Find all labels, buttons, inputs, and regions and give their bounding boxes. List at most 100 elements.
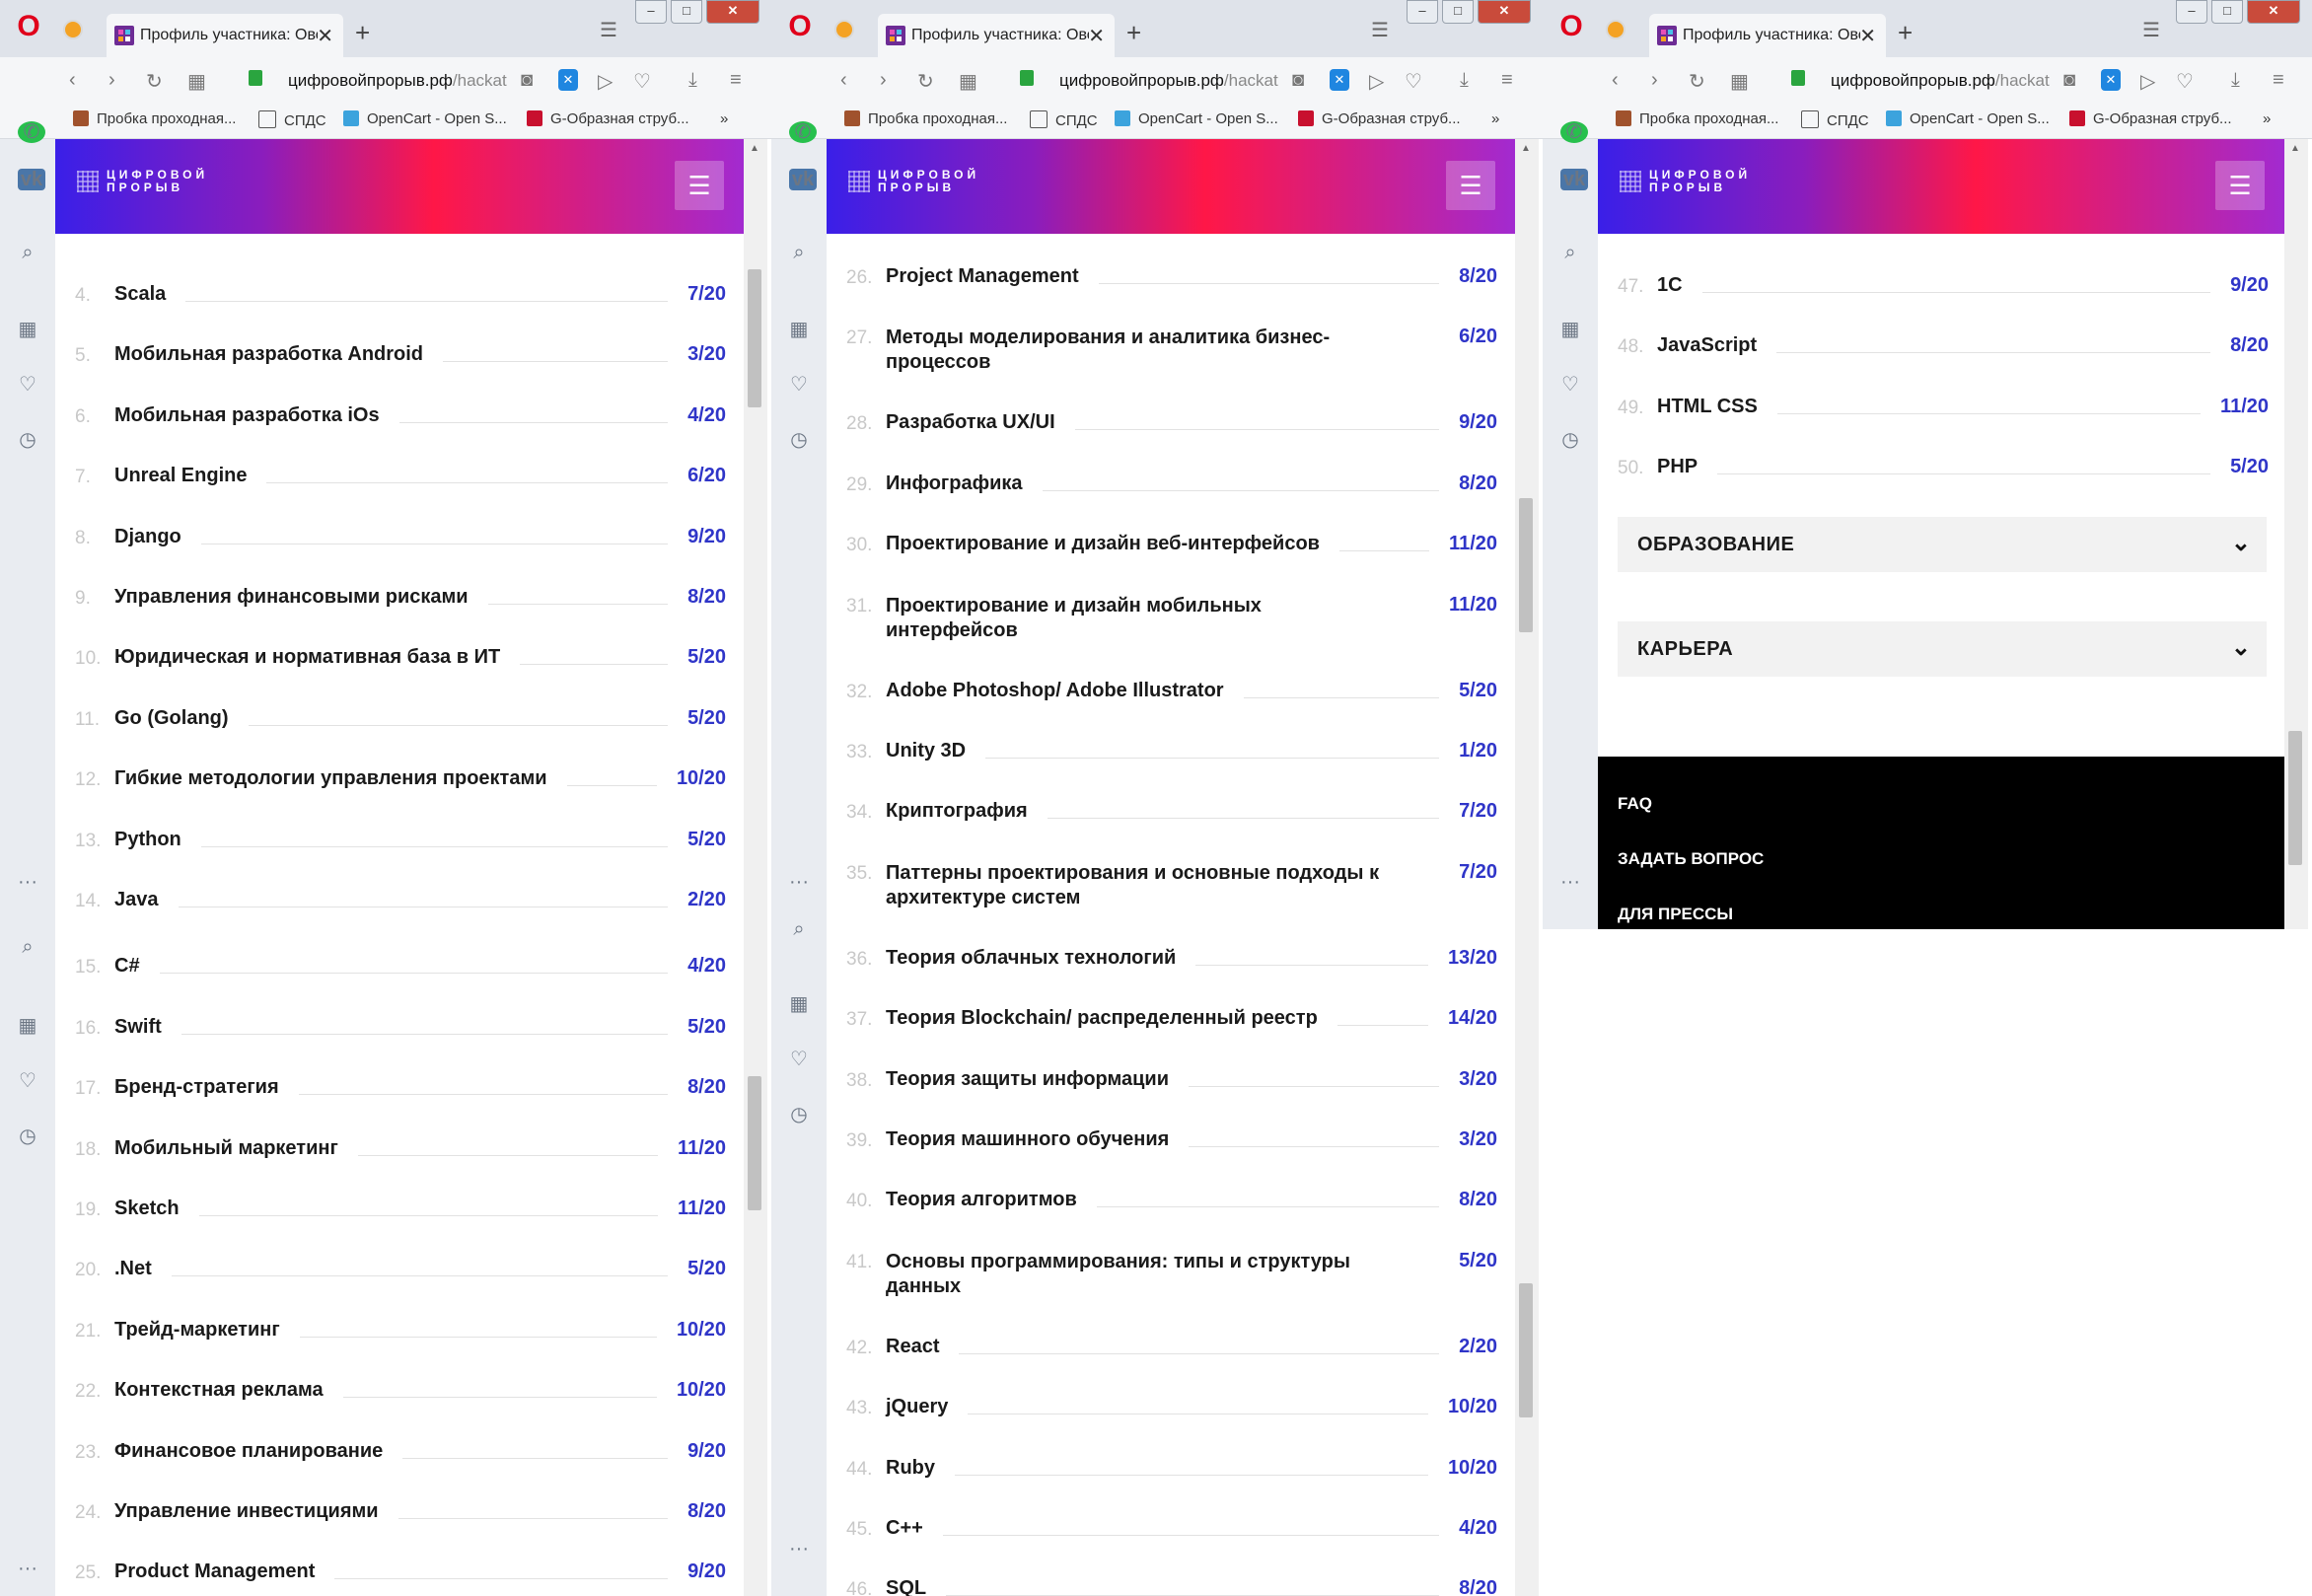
camera-icon[interactable]: ◙ bbox=[1292, 69, 1304, 92]
bookmarks-heart-icon[interactable]: ♡ bbox=[1556, 372, 1584, 397]
speed-dial-grid-icon[interactable]: ▦ bbox=[14, 317, 41, 341]
chevron-down-icon[interactable]: ⌄ bbox=[2231, 529, 2251, 557]
more-icon[interactable]: ··· bbox=[14, 871, 41, 894]
bookmark-folder[interactable]: СПДС bbox=[1030, 110, 1098, 129]
url-field[interactable]: цифровойпрорыв.рф/hackat bbox=[288, 71, 507, 91]
search-icon[interactable]: ⌕ bbox=[14, 242, 41, 264]
maximize-button[interactable]: □ bbox=[2211, 0, 2243, 24]
browser-tab[interactable]: Профиль участника: Овся ✕ bbox=[107, 14, 343, 57]
bookmarks-more-icon[interactable]: » bbox=[1491, 110, 1499, 127]
more-icon[interactable]: ··· bbox=[785, 1538, 813, 1560]
site-logo[interactable]: ЦИФРОВОЙ ПРОРЫВ bbox=[878, 169, 979, 194]
settings-icon[interactable]: ≡ bbox=[2273, 69, 2284, 92]
site-logo[interactable]: ЦИФРОВОЙ ПРОРЫВ bbox=[1649, 169, 1751, 194]
maximize-button[interactable]: □ bbox=[671, 0, 702, 24]
history-clock-icon[interactable]: ◷ bbox=[14, 427, 41, 452]
browser-tab[interactable]: Профиль участника: Овся ✕ bbox=[1649, 14, 1886, 57]
forward-icon[interactable]: › bbox=[108, 69, 115, 92]
heart-icon[interactable]: ♡ bbox=[633, 69, 651, 94]
close-window-button[interactable]: ✕ bbox=[1478, 0, 1531, 24]
bookmark-folder[interactable]: СПДС bbox=[258, 110, 326, 129]
whatsapp-icon[interactable]: ✆ bbox=[18, 121, 45, 143]
bookmark-item[interactable]: OpenCart - Open S... bbox=[343, 110, 507, 127]
forward-icon[interactable]: › bbox=[1651, 69, 1658, 92]
scrollbar[interactable]: ▲ bbox=[2284, 139, 2308, 929]
heart-icon[interactable]: ♡ bbox=[1405, 69, 1422, 94]
bookmarks-heart-icon[interactable]: ♡ bbox=[14, 372, 41, 397]
bookmark-item[interactable]: G-Образная струб... bbox=[1298, 110, 1461, 127]
bookmarks-more-icon[interactable]: » bbox=[720, 110, 728, 127]
download-icon[interactable]: ⤓ bbox=[2231, 69, 2240, 92]
scrollbar-thumb[interactable] bbox=[748, 269, 761, 407]
footer-link-ask-question[interactable]: ЗАДАТЬ ВОПРОС bbox=[1618, 849, 1764, 869]
tab-menu-icon[interactable]: ☰ bbox=[600, 18, 617, 42]
search-icon[interactable]: ⌕ bbox=[785, 918, 813, 941]
chevron-down-icon[interactable]: ⌄ bbox=[2231, 633, 2251, 662]
search-icon[interactable]: ⌕ bbox=[785, 242, 813, 264]
hamburger-menu-button[interactable]: ☰ bbox=[675, 161, 724, 210]
more-icon[interactable]: ··· bbox=[1556, 871, 1584, 894]
speed-dial-grid-icon[interactable]: ▦ bbox=[785, 317, 813, 341]
bookmark-item[interactable]: Пробка проходная... bbox=[844, 110, 1007, 127]
vk-icon[interactable]: vk bbox=[1560, 169, 1588, 190]
forward-icon[interactable]: › bbox=[880, 69, 887, 92]
speed-dial-grid-icon[interactable]: ▦ bbox=[1556, 317, 1584, 341]
whatsapp-icon[interactable]: ✆ bbox=[789, 121, 817, 143]
footer-link-faq[interactable]: FAQ bbox=[1618, 794, 1652, 814]
bookmark-item[interactable]: OpenCart - Open S... bbox=[1115, 110, 1278, 127]
new-tab-button[interactable]: + bbox=[1126, 18, 1141, 48]
speed-dial-grid-icon[interactable]: ▦ bbox=[785, 991, 813, 1016]
bookmark-folder[interactable]: СПДС bbox=[1801, 110, 1869, 129]
whatsapp-icon[interactable]: ✆ bbox=[1560, 121, 1588, 143]
bookmark-item[interactable]: Пробка проходная... bbox=[73, 110, 236, 127]
url-field[interactable]: цифровойпрорыв.рф/hackat bbox=[1059, 71, 1278, 91]
send-icon[interactable]: ▷ bbox=[2140, 69, 2155, 94]
new-tab-button[interactable]: + bbox=[1898, 18, 1913, 48]
reload-icon[interactable]: ↻ bbox=[917, 69, 934, 94]
url-field[interactable]: цифровойпрорыв.рф/hackat bbox=[1831, 71, 2050, 91]
scroll-up-icon[interactable]: ▲ bbox=[750, 143, 759, 154]
close-window-button[interactable]: ✕ bbox=[706, 0, 759, 24]
camera-icon[interactable]: ◙ bbox=[2063, 69, 2075, 92]
history-clock-icon[interactable]: ◷ bbox=[785, 1102, 813, 1126]
scrollbar-thumb[interactable] bbox=[2288, 731, 2302, 865]
minimize-button[interactable]: – bbox=[2176, 0, 2207, 24]
tabs-grid-icon[interactable]: ▦ bbox=[1730, 69, 1749, 94]
bookmark-item[interactable]: G-Образная струб... bbox=[527, 110, 689, 127]
history-clock-icon[interactable]: ◷ bbox=[14, 1124, 41, 1148]
vpn-icon[interactable]: ✕ bbox=[558, 69, 578, 91]
tab-close-icon[interactable]: ✕ bbox=[1859, 24, 1876, 48]
scrollbar[interactable]: ▲ bbox=[744, 139, 767, 1596]
hamburger-menu-button[interactable]: ☰ bbox=[1446, 161, 1495, 210]
more-icon[interactable]: ··· bbox=[14, 1558, 41, 1580]
history-clock-icon[interactable]: ◷ bbox=[785, 427, 813, 452]
bookmarks-more-icon[interactable]: » bbox=[2263, 110, 2271, 127]
minimize-button[interactable]: – bbox=[1407, 0, 1438, 24]
maximize-button[interactable]: □ bbox=[1442, 0, 1474, 24]
opera-logo[interactable]: O bbox=[12, 10, 45, 43]
tab-close-icon[interactable]: ✕ bbox=[1088, 24, 1105, 48]
reload-icon[interactable]: ↻ bbox=[146, 69, 163, 94]
tab-close-icon[interactable]: ✕ bbox=[317, 24, 333, 48]
download-icon[interactable]: ⤓ bbox=[688, 69, 697, 92]
bookmark-item[interactable]: OpenCart - Open S... bbox=[1886, 110, 2050, 127]
vpn-icon[interactable]: ✕ bbox=[2101, 69, 2121, 91]
tab-menu-icon[interactable]: ☰ bbox=[2142, 18, 2160, 42]
heart-icon[interactable]: ♡ bbox=[2176, 69, 2194, 94]
scrollbar-thumb[interactable] bbox=[748, 1076, 761, 1210]
settings-icon[interactable]: ≡ bbox=[1501, 69, 1513, 92]
history-clock-icon[interactable]: ◷ bbox=[1556, 427, 1584, 452]
new-tab-button[interactable]: + bbox=[355, 18, 370, 48]
back-icon[interactable]: ‹ bbox=[840, 69, 847, 92]
accordion-education[interactable]: ОБРАЗОВАНИЕ ⌄ bbox=[1618, 517, 2267, 572]
bookmark-item[interactable]: Пробка проходная... bbox=[1616, 110, 1778, 127]
search-icon[interactable]: ⌕ bbox=[14, 936, 41, 959]
site-logo[interactable]: ЦИФРОВОЙ ПРОРЫВ bbox=[107, 169, 208, 194]
speed-dial-grid-icon[interactable]: ▦ bbox=[14, 1013, 41, 1038]
bookmarks-heart-icon[interactable]: ♡ bbox=[785, 372, 813, 397]
footer-link-press[interactable]: ДЛЯ ПРЕССЫ bbox=[1618, 905, 1733, 924]
back-icon[interactable]: ‹ bbox=[1612, 69, 1619, 92]
minimize-button[interactable]: – bbox=[635, 0, 667, 24]
reload-icon[interactable]: ↻ bbox=[1689, 69, 1705, 94]
close-window-button[interactable]: ✕ bbox=[2247, 0, 2300, 24]
